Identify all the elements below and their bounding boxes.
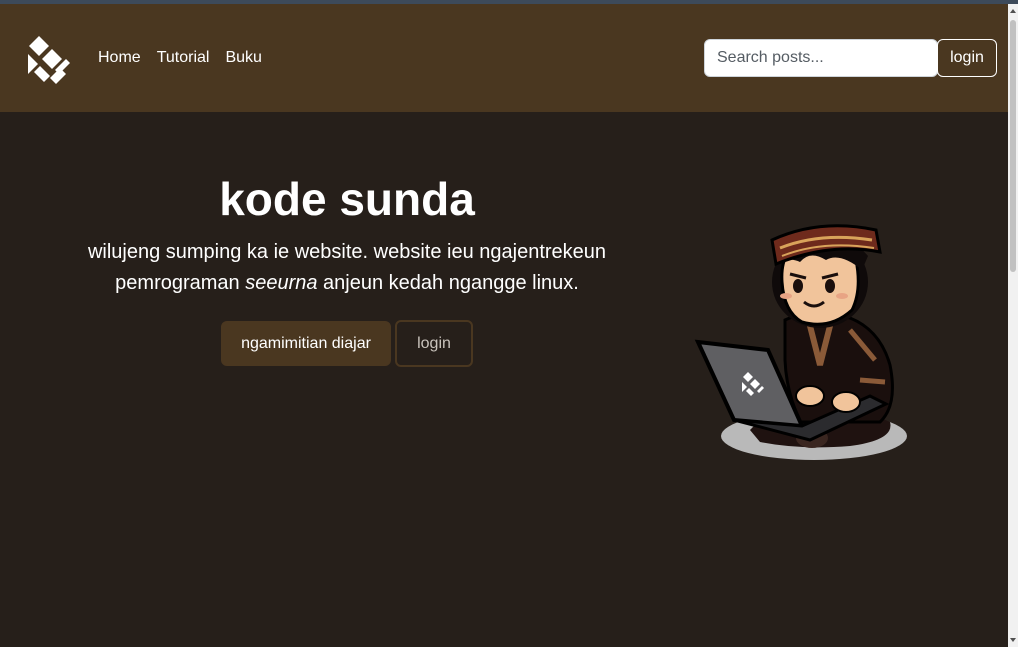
nav-links: Home Tutorial Buku <box>98 48 262 68</box>
kode-sunda-logo-icon[interactable] <box>22 32 72 88</box>
nav-link-buku[interactable]: Buku <box>225 48 261 68</box>
scroll-up-arrow-icon[interactable] <box>1010 8 1016 14</box>
nav-link-home[interactable]: Home <box>98 48 141 68</box>
scroll-down-arrow-icon[interactable] <box>1010 637 1016 643</box>
hero-subtitle-part2: anjeun kedah ngangge linux. <box>317 272 579 294</box>
hero-subtitle-emphasis: seeurna <box>245 272 318 294</box>
search-input[interactable] <box>704 39 938 77</box>
nav-link-tutorial[interactable]: Tutorial <box>157 48 210 68</box>
start-learning-button[interactable]: ngamimitian diajar <box>221 321 391 366</box>
scrollbar-thumb[interactable] <box>1010 20 1016 272</box>
login-button[interactable]: login <box>937 39 997 77</box>
navbar: Home Tutorial Buku login <box>0 4 1008 112</box>
hero-title: kode sunda <box>219 173 475 225</box>
hero-subtitle: wilujeng sumping ka ie website. website … <box>77 237 617 299</box>
hero-login-button[interactable]: login <box>395 320 473 367</box>
developer-mascot-illustration <box>694 224 907 460</box>
